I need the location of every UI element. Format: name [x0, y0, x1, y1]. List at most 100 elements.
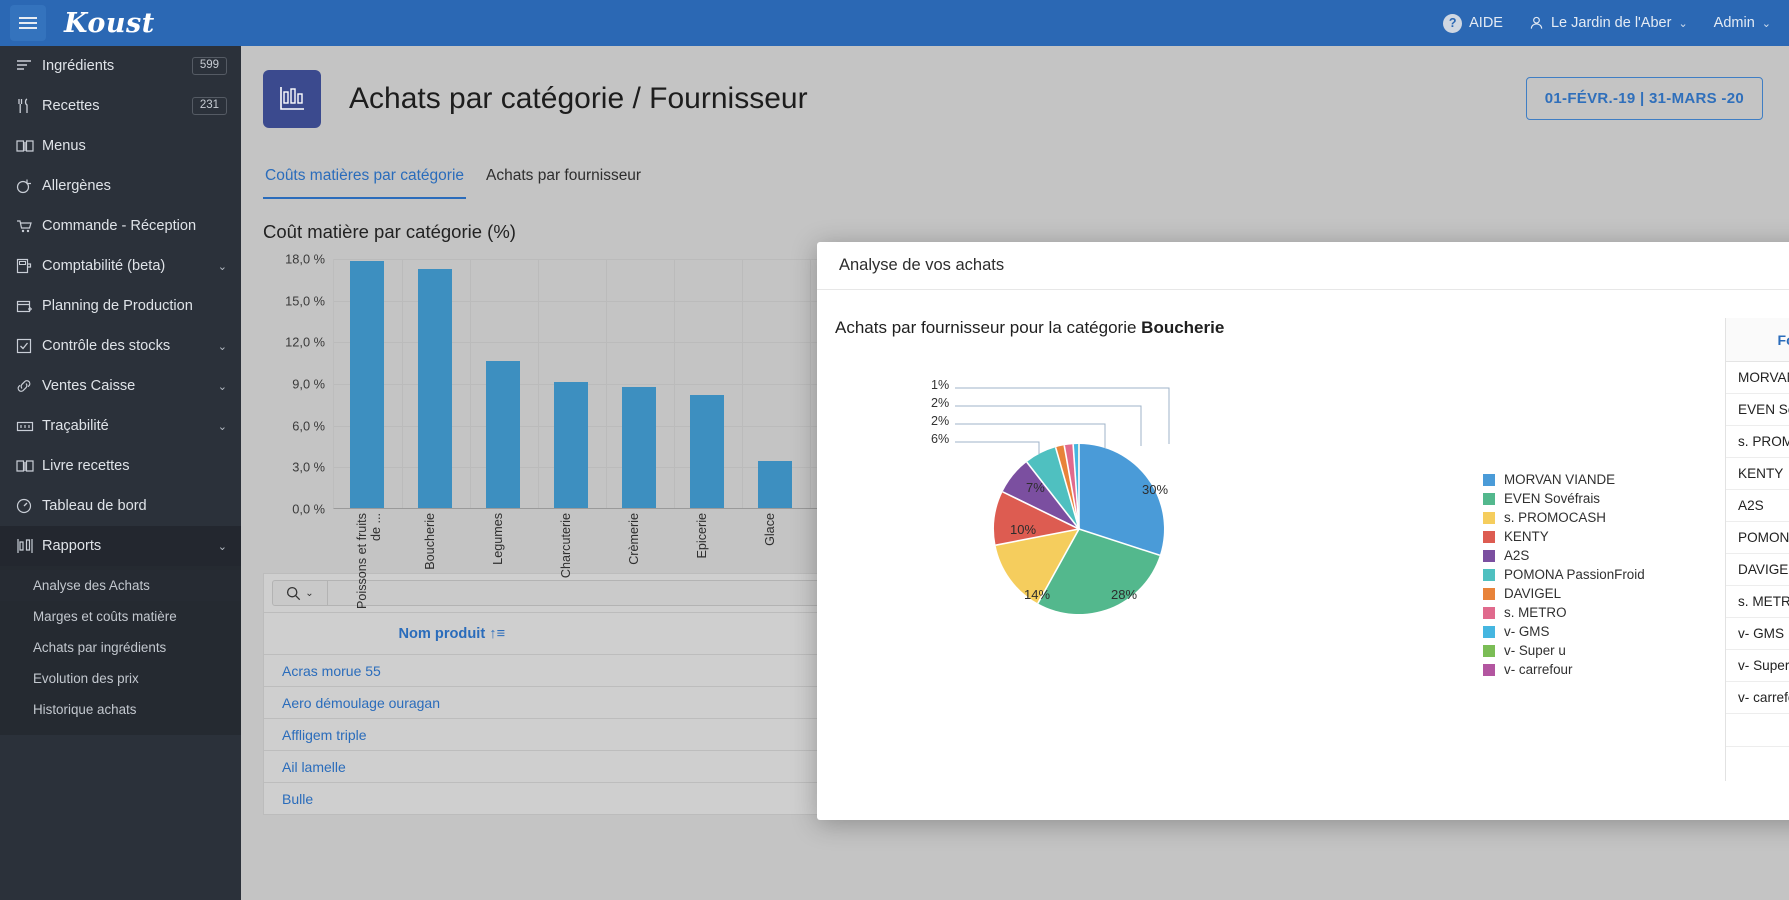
hamburger-icon[interactable] — [10, 5, 46, 41]
legend-item[interactable]: DAVIGEL — [1483, 584, 1723, 603]
legend-item[interactable]: v- Super u — [1483, 641, 1723, 660]
supplier-name: DAVIGEL — [1726, 562, 1789, 577]
sidebar-subitem-label: Analyse des Achats — [33, 578, 150, 593]
sidebar-item-tableau-de-bord[interactable]: Tableau de bord — [0, 486, 241, 526]
legend-item[interactable]: MORVAN VIANDE — [1483, 470, 1723, 489]
bar — [758, 461, 792, 508]
sidebar-item-livre-recettes[interactable]: Livre recettes — [0, 446, 241, 486]
sidebar-item-comptabilite[interactable]: Comptabilité (beta) ⌄ — [0, 246, 241, 286]
help-button[interactable]: ? AIDE — [1443, 14, 1503, 33]
sidebar-item-label: Livre recettes — [42, 458, 227, 474]
legend-item[interactable]: v- carrefour — [1483, 660, 1723, 679]
sidebar-subitem-label: Evolution des prix — [33, 671, 139, 686]
sidebar-item-menus[interactable]: Menus — [0, 126, 241, 166]
x-tick: Crèmerie — [627, 513, 641, 565]
sidebar-item-commande-reception[interactable]: Commande - Réception — [0, 206, 241, 246]
sidebar-item-label: Traçabilité — [42, 418, 212, 434]
user-icon — [1529, 15, 1544, 31]
link-icon — [16, 378, 42, 394]
table-row[interactable]: DAVIGEL 424,69 € — [1726, 554, 1789, 586]
chevron-down-icon: ⌄ — [218, 340, 227, 353]
sidebar-item-ingredients[interactable]: Ingrédients 599 — [0, 46, 241, 86]
chevron-down-icon: ⌄ — [218, 260, 227, 273]
chart-icon — [16, 538, 42, 554]
product-name[interactable]: Acras morue 55 — [264, 663, 635, 679]
pie-chart-svg: 30% 28% 14% 10% 7% — [919, 354, 1319, 644]
sidebar-item-ventes-caisse[interactable]: Ventes Caisse ⌄ — [0, 366, 241, 406]
sidebar-subitem-historique-achats[interactable]: Historique achats — [0, 694, 241, 725]
table-row[interactable]: v- Super u 110,52 € — [1726, 650, 1789, 682]
legend-item[interactable]: A2S — [1483, 546, 1723, 565]
sidebar-item-tracabilite[interactable]: Traçabilité ⌄ — [0, 406, 241, 446]
legend-item[interactable]: POMONA PassionFroid — [1483, 565, 1723, 584]
account-selector[interactable]: Le Jardin de l'Aber ⌄ — [1529, 15, 1688, 31]
sidebar-item-planning-production[interactable]: Planning de Production — [0, 286, 241, 326]
product-name[interactable]: Bulle — [264, 791, 635, 807]
role-label: Admin — [1714, 15, 1755, 31]
legend-item[interactable]: KENTY — [1483, 527, 1723, 546]
legend-label: s. METRO — [1504, 605, 1567, 620]
table-row[interactable]: MORVAN VIANDE 7 692,33 € — [1726, 362, 1789, 394]
chevron-down-icon: ⌄ — [218, 540, 227, 553]
table-row[interactable]: v- carrefour 14,30 € — [1726, 682, 1789, 714]
legend-label: DAVIGEL — [1504, 586, 1561, 601]
sidebar-subitem-achats-par-ingredients[interactable]: Achats par ingrédients — [0, 632, 241, 663]
calculator-icon — [16, 258, 42, 274]
table-row[interactable]: s. METRO 412,76 € — [1726, 586, 1789, 618]
sidebar-item-rapports[interactable]: Rapports ⌄ — [0, 526, 241, 566]
bar-chart-y-axis: 0,0 % 3,0 % 6,0 % 9,0 % 12,0 % 15,0 % 18… — [263, 259, 329, 509]
help-label: AIDE — [1469, 15, 1503, 31]
legend-item[interactable]: v- GMS — [1483, 622, 1723, 641]
legend-item[interactable]: s. PROMOCASH — [1483, 508, 1723, 527]
x-tick: Legumes — [491, 513, 505, 565]
bar — [554, 382, 588, 508]
table-row[interactable]: POMONA PassionFroid 1 588,31 € — [1726, 522, 1789, 554]
tab-couts-matieres-par-categorie[interactable]: Coûts matières par catégorie — [263, 161, 466, 199]
book-icon — [16, 139, 42, 153]
legend-item[interactable]: s. METRO — [1483, 603, 1723, 622]
table-row[interactable]: EVEN Sovéfrais 7 332,53 € — [1726, 394, 1789, 426]
pie-slice-label: 14% — [1024, 587, 1050, 602]
column-header-fournisseur[interactable]: Fournisseur — [1726, 332, 1789, 348]
list-icon — [16, 59, 42, 73]
sidebar-badge: 231 — [192, 97, 227, 115]
date-range-button[interactable]: 01-FÉVR.-19 | 31-MARS -20 — [1526, 77, 1763, 120]
sidebar-badge: 599 — [192, 57, 227, 75]
supplier-table-header: Fournisseur Achats — [1726, 318, 1789, 362]
table-row[interactable]: KENTY 2 624,29 € — [1726, 458, 1789, 490]
bar-chart-icon — [263, 70, 321, 128]
legend-label: v- carrefour — [1504, 662, 1572, 677]
sidebar-subitem-evolution-des-prix[interactable]: Evolution des prix — [0, 663, 241, 694]
table-row[interactable]: A2S 1 922,83 € — [1726, 490, 1789, 522]
page-title: Achats par catégorie / Fournisseur — [349, 82, 808, 116]
gauge-icon — [16, 498, 42, 514]
y-tick: 15,0 % — [285, 293, 325, 308]
modal-body: Achats par fournisseur pour la catégorie… — [817, 290, 1789, 820]
column-header-nom-produit[interactable]: Nom produit ↑≡ — [264, 626, 640, 642]
y-tick: 18,0 % — [285, 252, 325, 267]
legend-label: s. PROMOCASH — [1504, 510, 1606, 525]
table-row[interactable]: s. PROMOCASH 3 557,58 € — [1726, 426, 1789, 458]
sidebar-item-allergenes[interactable]: Allergènes — [0, 166, 241, 206]
sidebar-item-label: Rapports — [42, 538, 212, 554]
product-name[interactable]: Affligem triple — [264, 727, 635, 743]
supplier-table-pager[interactable]: 1 - 11 — [1726, 747, 1789, 781]
product-name[interactable]: Aero démoulage ouragan — [264, 695, 635, 711]
bar — [350, 261, 384, 508]
sidebar-item-recettes[interactable]: Recettes 231 — [0, 86, 241, 126]
table-row[interactable]: v- GMS 182,46 € — [1726, 618, 1789, 650]
sidebar-item-controle-stocks[interactable]: Contrôle des stocks ⌄ — [0, 326, 241, 366]
analysis-modal: Analyse de vos achats ✕ Achats par fourn… — [817, 242, 1789, 820]
product-name[interactable]: Ail lamelle — [264, 759, 635, 775]
supplier-name: s. PROMOCASH — [1726, 434, 1789, 449]
sidebar-subitem-analyse-des-achats[interactable]: Analyse des Achats — [0, 570, 241, 601]
search-icon[interactable]: ⌄ — [272, 580, 328, 606]
legend-label: EVEN Sovéfrais — [1504, 491, 1600, 506]
pie-chart-panel: Achats par fournisseur pour la catégorie… — [817, 318, 1483, 820]
legend-item[interactable]: EVEN Sovéfrais — [1483, 489, 1723, 508]
sidebar-item-label: Comptabilité (beta) — [42, 258, 212, 274]
sidebar-subitem-marges-couts-matiere[interactable]: Marges et coûts matière — [0, 601, 241, 632]
tab-achats-par-fournisseur[interactable]: Achats par fournisseur — [484, 161, 643, 199]
role-selector[interactable]: Admin ⌄ — [1714, 15, 1771, 31]
supplier-name: A2S — [1726, 498, 1789, 513]
